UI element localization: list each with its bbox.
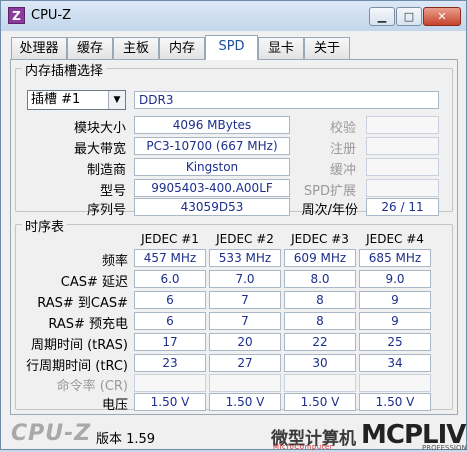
timing-cell <box>209 374 281 392</box>
column-header-jedec4: JEDEC #4 <box>366 232 424 246</box>
minimize-button[interactable]: ▁ <box>369 7 395 26</box>
correction-label: 校验 <box>329 121 356 136</box>
cpuz-window: Z CPU-Z ▁ □ ✕ 处理器 缓存 主板 内存 SPD 显卡 关于 内存插… <box>0 0 467 452</box>
timing-row-label: RAS# 预充电 <box>48 317 128 332</box>
timing-cell: 7.0 <box>209 270 281 288</box>
cpuz-app-icon: Z <box>8 7 25 24</box>
timing-cell: 1.50 V <box>359 393 431 411</box>
version-label: 版本 1.59 <box>96 432 156 447</box>
timing-cell: 9 <box>359 291 431 309</box>
title-bar[interactable]: Z CPU-Z ▁ □ ✕ <box>1 1 466 31</box>
tab-mainboard[interactable]: 主板 <box>113 37 159 59</box>
timing-cell: 27 <box>209 354 281 372</box>
timing-cell: 457 MHz <box>134 249 206 267</box>
spd-ext-label: SPD扩展 <box>303 184 356 199</box>
timing-cell <box>359 374 431 392</box>
timing-row-label: 电压 <box>101 398 128 413</box>
timing-cell: 34 <box>359 354 431 372</box>
watermark-professional: PROFESSIONAL <box>422 444 467 452</box>
slot-group-title: 内存插槽选择 <box>22 60 107 79</box>
manufacturer-label: 制造商 <box>86 163 126 178</box>
tab-graphics[interactable]: 显卡 <box>258 37 304 59</box>
timing-cell <box>134 374 206 392</box>
timing-cell: 9.0 <box>359 270 431 288</box>
slot-select-value: 插槽 #1 <box>31 92 81 107</box>
tab-about[interactable]: 关于 <box>304 37 350 59</box>
timing-cell: 1.50 V <box>209 393 281 411</box>
timing-cell: 7 <box>209 312 281 330</box>
max-bandwidth-value: PC3-10700 (667 MHz) <box>134 137 290 155</box>
timing-cell <box>284 374 356 392</box>
tab-caches[interactable]: 缓存 <box>67 37 113 59</box>
timing-row-label: 周期时间 (tRAS) <box>30 338 128 353</box>
timing-cell: 9 <box>359 312 431 330</box>
chevron-down-icon[interactable]: ▼ <box>108 91 125 109</box>
timing-cell: 8 <box>284 291 356 309</box>
timing-cell: 1.50 V <box>134 393 206 411</box>
timing-cell: 22 <box>284 333 356 351</box>
maximize-button[interactable]: □ <box>396 7 422 26</box>
buffered-value <box>366 158 439 176</box>
correction-value <box>366 116 439 134</box>
timing-cell: 8.0 <box>284 270 356 288</box>
window-title: CPU-Z <box>31 8 72 23</box>
tab-spd[interactable]: SPD <box>205 35 258 60</box>
spd-panel: 内存插槽选择 插槽 #1 ▼ DDR3 模块大小 4096 MBytes 校验 … <box>10 59 458 415</box>
slot-select[interactable]: 插槽 #1 ▼ <box>27 90 126 110</box>
timing-row-label: CAS# 延迟 <box>60 275 128 290</box>
column-header-jedec1: JEDEC #1 <box>141 232 199 246</box>
timing-cell: 30 <box>284 354 356 372</box>
module-size-label: 模块大小 <box>73 121 126 136</box>
week-year-label: 周次/年份 <box>301 203 358 218</box>
timing-row-label: RAS# 到CAS# <box>37 296 128 311</box>
tab-memory[interactable]: 内存 <box>159 37 205 59</box>
timing-cell: 6.0 <box>134 270 206 288</box>
column-header-jedec3: JEDEC #3 <box>291 232 349 246</box>
timing-row-label: 命令率 (CR) <box>56 379 128 394</box>
timing-cell: 533 MHz <box>209 249 281 267</box>
registered-value <box>366 137 439 155</box>
timing-row-label: 行周期时间 (tRC) <box>26 359 128 374</box>
timing-cell: 609 MHz <box>284 249 356 267</box>
spd-ext-value <box>366 179 439 197</box>
timing-cell: 6 <box>134 291 206 309</box>
timing-cell: 23 <box>134 354 206 372</box>
cpuz-brand-logo: CPU-Z <box>11 421 92 446</box>
serial-number-value: 43059D53 <box>134 198 290 216</box>
timing-cell: 25 <box>359 333 431 351</box>
timing-cell: 1.50 V <box>284 393 356 411</box>
column-header-jedec2: JEDEC #2 <box>216 232 274 246</box>
module-size-value: 4096 MBytes <box>134 116 290 134</box>
timing-cell: 20 <box>209 333 281 351</box>
memory-type-value: DDR3 <box>134 91 439 109</box>
registered-label: 注册 <box>329 142 356 157</box>
timings-group-title: 时序表 <box>22 216 68 235</box>
week-year-value: 26 / 11 <box>366 198 439 216</box>
timing-cell: 8 <box>284 312 356 330</box>
timing-row-label: 频率 <box>101 254 128 269</box>
status-bar: CPU-Z 版本 1.59 微型计算机 MicroComputer MCPLIV… <box>1 416 467 452</box>
part-number-label: 型号 <box>99 184 126 199</box>
timing-cell: 17 <box>134 333 206 351</box>
manufacturer-value: Kingston <box>134 158 290 176</box>
timing-cell: 685 MHz <box>359 249 431 267</box>
close-button[interactable]: ✕ <box>423 7 461 26</box>
part-number-value: 9905403-400.A00LF <box>134 179 290 197</box>
max-bandwidth-label: 最大带宽 <box>73 142 126 157</box>
tab-cpu[interactable]: 处理器 <box>11 37 67 59</box>
buffered-label: 缓冲 <box>329 163 356 178</box>
timing-cell: 6 <box>134 312 206 330</box>
timing-cell: 7 <box>209 291 281 309</box>
slot-selection-group: 内存插槽选择 插槽 #1 ▼ DDR3 模块大小 4096 MBytes 校验 … <box>15 60 453 218</box>
timings-group: 时序表 JEDEC #1 JEDEC #2 JEDEC #3 JEDEC #4 … <box>15 216 453 413</box>
